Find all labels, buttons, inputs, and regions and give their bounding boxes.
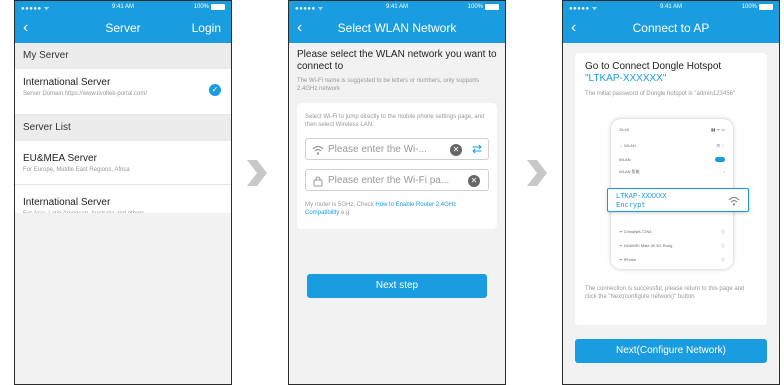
my-server-item[interactable]: International Server Server Domain:https… — [15, 69, 231, 115]
switch-network-icon[interactable]: ⇄ — [472, 142, 482, 156]
next-arrow-icon — [527, 160, 547, 186]
wifi-name-note: The Wi-Fi name is suggested to be letter… — [297, 78, 480, 92]
wifi-icon: ᯤ — [619, 257, 623, 262]
connect-heading-text: Go to Connect Dongle Hotspot — [585, 61, 722, 72]
server-desc: For Europe, Middle East Regions, Africa — [23, 167, 130, 173]
battery-percent: 100% — [467, 4, 483, 10]
server-domain: Server Domain:https://www.livoltek-porta… — [23, 91, 148, 97]
mini-menu-icon: ⊟ ⋮ — [716, 143, 725, 148]
highlighted-hotspot: LTKAP-XXXXXX Encrypt — [607, 188, 749, 212]
content-area: Go to Connect Dongle Hotspot "LTKAP-XXXX… — [563, 43, 779, 384]
router-note-suffix: e.g — [339, 210, 350, 216]
info-icon: ⓘ — [721, 229, 725, 234]
wifi-password-placeholder: Please enter the Wi-Fi pa... — [328, 175, 450, 186]
chevron-right-icon: › — [723, 169, 725, 174]
server-name: EU&MEA Server — [23, 153, 97, 164]
empty-area — [15, 213, 231, 384]
mini-network: ᯤ HUAWEI Mate 30 5G Rong — [619, 243, 672, 249]
server-name: International Server — [23, 197, 111, 208]
battery-indicator: 100% — [742, 4, 773, 10]
connect-heading: Go to Connect Dongle Hotspot "LTKAP-XXXX… — [585, 61, 757, 85]
battery-indicator: 100% — [468, 4, 499, 10]
wifi-icon: ᯤ — [619, 243, 623, 248]
mini-network: ᯤ ChinaNet-T2N4 — [619, 229, 652, 235]
info-icon: ⓘ — [721, 243, 725, 248]
connection-success-note: The connection is successful, please ret… — [585, 286, 745, 300]
mini-status: ▮▮ ᯤ ▭ — [710, 127, 725, 132]
title-bar: ●●●●● ᯤ 9:41 AM 100% ‹ Server Login — [15, 1, 231, 43]
status-bar: ●●●●● ᯤ 9:41 AM 100% — [15, 2, 231, 14]
content-area: Please select the WLAN network you want … — [289, 43, 505, 384]
title-bar: ●●●●● ᯤ 9:41 AM 100% ‹ Select WLAN Netwo… — [289, 1, 505, 43]
mini-wlan-title: ← WLAN — [619, 143, 636, 148]
next-step-button[interactable]: Next step — [307, 274, 487, 298]
highlight-encrypt: Encrypt — [616, 201, 646, 209]
mini-network-name: HUAWEI Mate 30 5G Rong — [623, 243, 673, 248]
clear-icon[interactable]: ✕ — [450, 144, 462, 156]
router-note-text: My router is 5GHz, Check — [305, 202, 376, 208]
instruction-card: Go to Connect Dongle Hotspot "LTKAP-XXXX… — [575, 53, 767, 325]
next-arrow-icon — [247, 160, 267, 186]
info-icon: ⓘ — [721, 257, 725, 262]
wifi-icon — [312, 145, 324, 155]
phone-select-wlan-screen: ●●●●● ᯤ 9:41 AM 100% ‹ Select WLAN Netwo… — [288, 0, 506, 385]
mini-wlan-label: WLAN — [619, 157, 631, 162]
wifi-password-input[interactable]: Please enter the Wi-Fi pa... ✕ — [305, 169, 489, 191]
highlight-ssid: LTKAP-XXXXXX — [616, 192, 667, 200]
hotspot-password-note: The initial password of Dongle hotspot i… — [585, 91, 736, 97]
page-title: Select WLAN Network — [337, 21, 457, 35]
instruction-heading: Please select the WLAN network you want … — [297, 49, 497, 72]
page-title: Connect to AP — [632, 21, 710, 35]
mini-wlan-plus: WLAN 智能 — [619, 169, 640, 174]
wifi-name-placeholder: Please enter the Wi-... — [328, 144, 427, 155]
mini-time: 15:40 — [619, 127, 630, 132]
wifi-name-input[interactable]: Please enter the Wi-... ✕ ⇄ — [305, 138, 489, 160]
checkmark-icon: ✓ — [209, 84, 221, 96]
hotspot-ssid: "LTKAP-XXXXXX" — [585, 73, 667, 84]
select-wifi-tip: Select Wi-Fi to jump directly to the mob… — [305, 114, 485, 128]
login-button[interactable]: Login — [192, 21, 221, 35]
mini-network-name: iPhone — [623, 257, 637, 262]
wifi-icon: ᯤ — [619, 229, 623, 234]
phone-server-screen: ●●●●● ᯤ 9:41 AM 100% ‹ Server Login My S… — [14, 0, 232, 385]
server-list-header: Server List — [15, 115, 231, 141]
wifi-icon — [728, 196, 740, 206]
clear-icon[interactable]: ✕ — [468, 175, 480, 187]
battery-percent: 100% — [193, 4, 209, 10]
battery-percent: 100% — [741, 4, 757, 10]
title-bar: ●●●●● ᯤ 9:41 AM 100% ‹ Connect to AP — [563, 1, 779, 43]
wifi-form-card: Select Wi-Fi to jump directly to the mob… — [297, 103, 497, 229]
battery-icon — [485, 4, 499, 10]
router-5ghz-note: My router is 5GHz, Check How to Enable R… — [305, 201, 489, 217]
battery-icon — [759, 4, 773, 10]
lock-icon — [313, 176, 323, 187]
status-bar: ●●●●● ᯤ 9:41 AM 100% — [563, 2, 779, 14]
my-server-header: My Server — [15, 43, 231, 69]
mini-network: ᯤ iPhone — [619, 257, 636, 263]
battery-indicator: 100% — [194, 4, 225, 10]
phone-connect-ap-screen: ●●●●● ᯤ 9:41 AM 100% ‹ Connect to AP Go … — [562, 0, 780, 385]
next-configure-network-button[interactable]: Next(Configure Network) — [575, 339, 767, 363]
server-name: International Server — [23, 77, 111, 88]
mini-network-name: ChinaNet-T2N4 — [623, 229, 652, 234]
toggle-icon — [715, 157, 725, 162]
server-item-eu-mea[interactable]: EU&MEA Server For Europe, Middle East Re… — [15, 141, 231, 185]
battery-icon — [211, 4, 225, 10]
status-bar: ●●●●● ᯤ 9:41 AM 100% — [289, 2, 505, 14]
